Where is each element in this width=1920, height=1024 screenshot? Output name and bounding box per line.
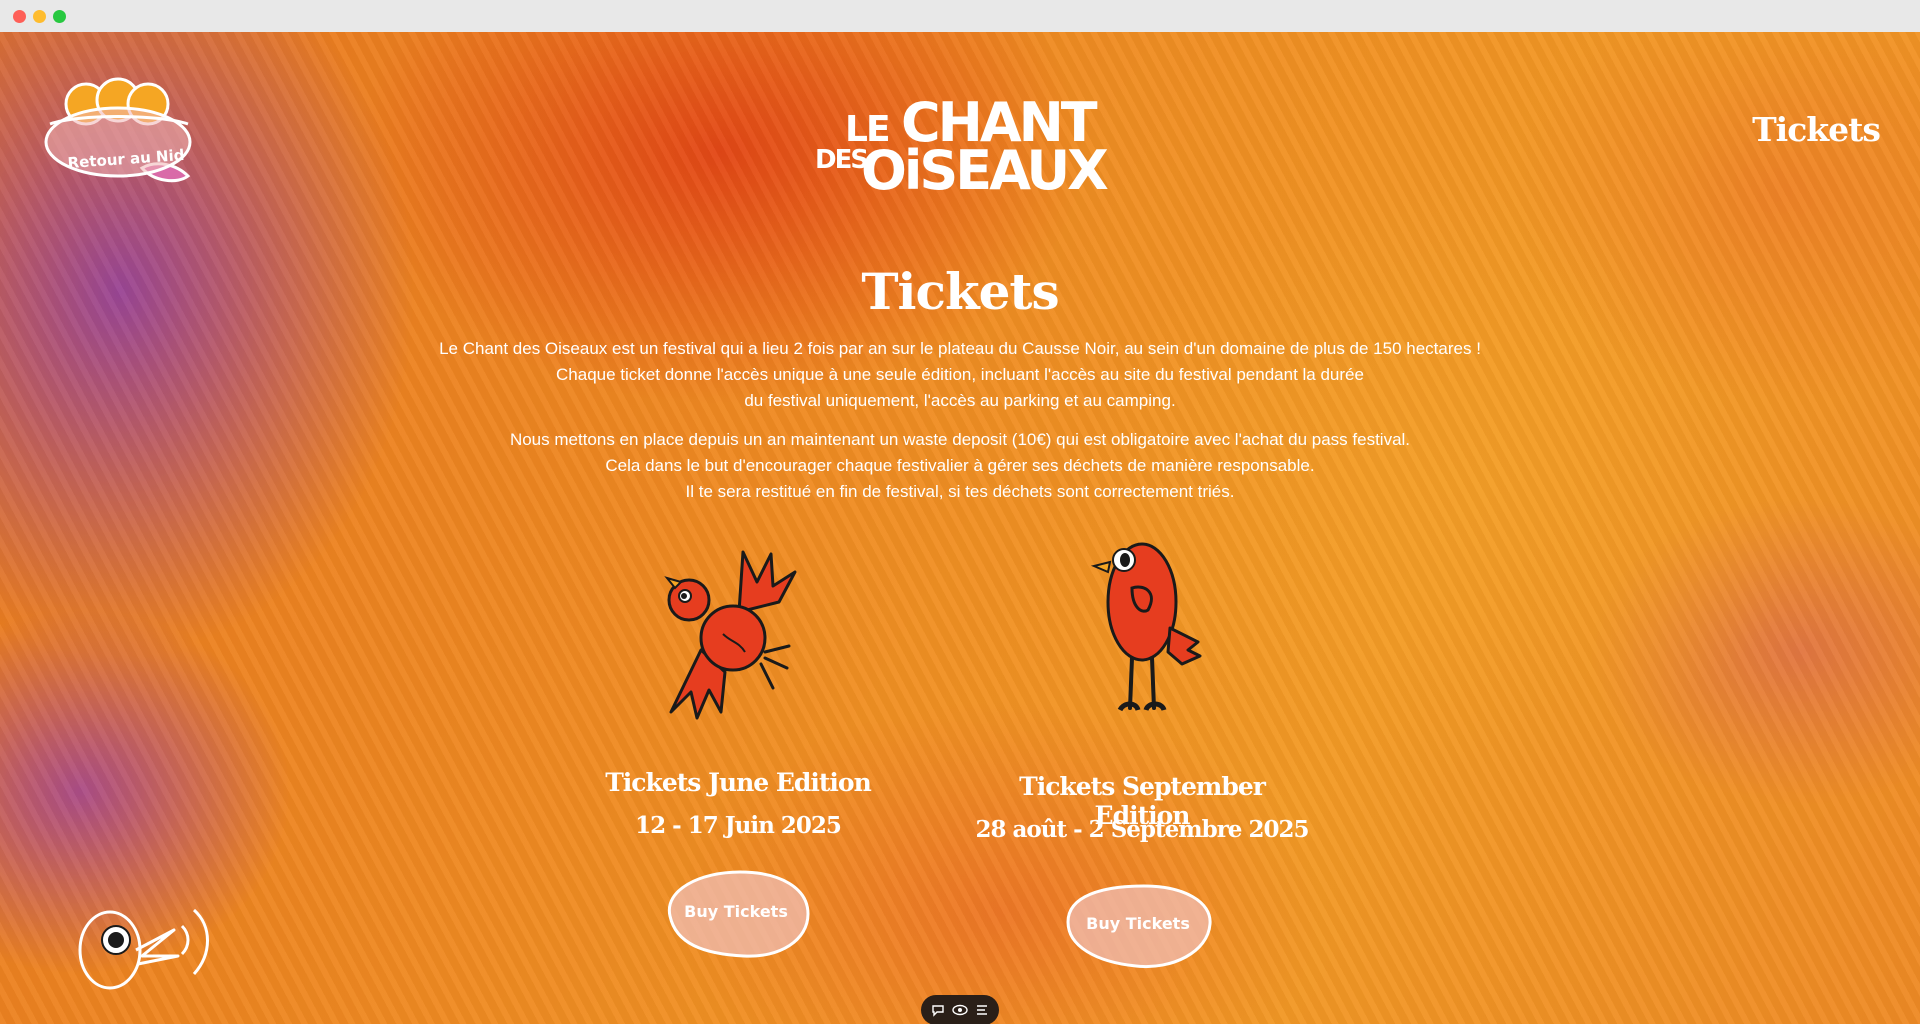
festival-logo[interactable]: LE CHANT DES OiSEAUX <box>815 87 1109 202</box>
intro-line: Nous mettons en place depuis un an maint… <box>509 430 1411 449</box>
close-window-button[interactable] <box>13 10 26 23</box>
ticket-title: Tickets June Edition <box>605 768 872 797</box>
minimize-window-button[interactable] <box>33 10 46 23</box>
page-title: Tickets <box>861 262 1059 321</box>
intro-line: du festival uniquement, l'accès au parki… <box>744 391 1176 410</box>
ticket-dates: 28 août - 2 Septembre 2025 <box>975 816 1310 843</box>
standing-bird-icon <box>1090 542 1202 712</box>
logo-des: DES <box>815 145 869 175</box>
list-icon[interactable] <box>973 1001 991 1019</box>
comment-icon[interactable] <box>929 1001 947 1019</box>
page-background: Retour au Nid LE CHANT DES OiSEAUX Ticke… <box>0 32 1920 1024</box>
intro-text: Le Chant des Oiseaux est un festival qui… <box>0 336 1920 518</box>
floating-toolbar <box>921 995 999 1024</box>
intro-line: Le Chant des Oiseaux est un festival qui… <box>439 339 1481 358</box>
flying-bird-icon <box>664 550 797 720</box>
shouting-bird-icon[interactable] <box>78 890 228 990</box>
ticket-card-june: Tickets June Edition 12 - 17 Juin 2025 B… <box>568 532 908 972</box>
buy-tickets-label: Buy Tickets <box>684 902 788 921</box>
home-nest-button[interactable]: Retour au Nid <box>38 72 198 184</box>
buy-tickets-button[interactable]: Buy Tickets <box>1062 880 1214 972</box>
nav-tickets-link[interactable]: Tickets <box>1752 110 1881 149</box>
buy-tickets-button[interactable]: Buy Tickets <box>660 868 812 960</box>
intro-line: Il te sera restitué en fin de festival, … <box>685 482 1235 501</box>
buy-tickets-label: Buy Tickets <box>1086 914 1190 933</box>
ticket-card-september: Tickets September Edition 28 août - 2 Se… <box>972 532 1312 972</box>
logo-oiseaux: OiSEAUX <box>861 139 1109 202</box>
maximize-window-button[interactable] <box>53 10 66 23</box>
intro-paragraph: Nous mettons en place depuis un an maint… <box>0 427 1920 505</box>
intro-line: Chaque ticket donne l'accès unique à une… <box>556 365 1364 384</box>
intro-line: Cela dans le but d'encourager chaque fes… <box>605 456 1315 475</box>
window-titlebar <box>0 0 1920 33</box>
eye-icon[interactable] <box>951 1001 969 1019</box>
intro-paragraph: Le Chant des Oiseaux est un festival qui… <box>0 336 1920 414</box>
ticket-dates: 12 - 17 Juin 2025 <box>635 812 842 839</box>
